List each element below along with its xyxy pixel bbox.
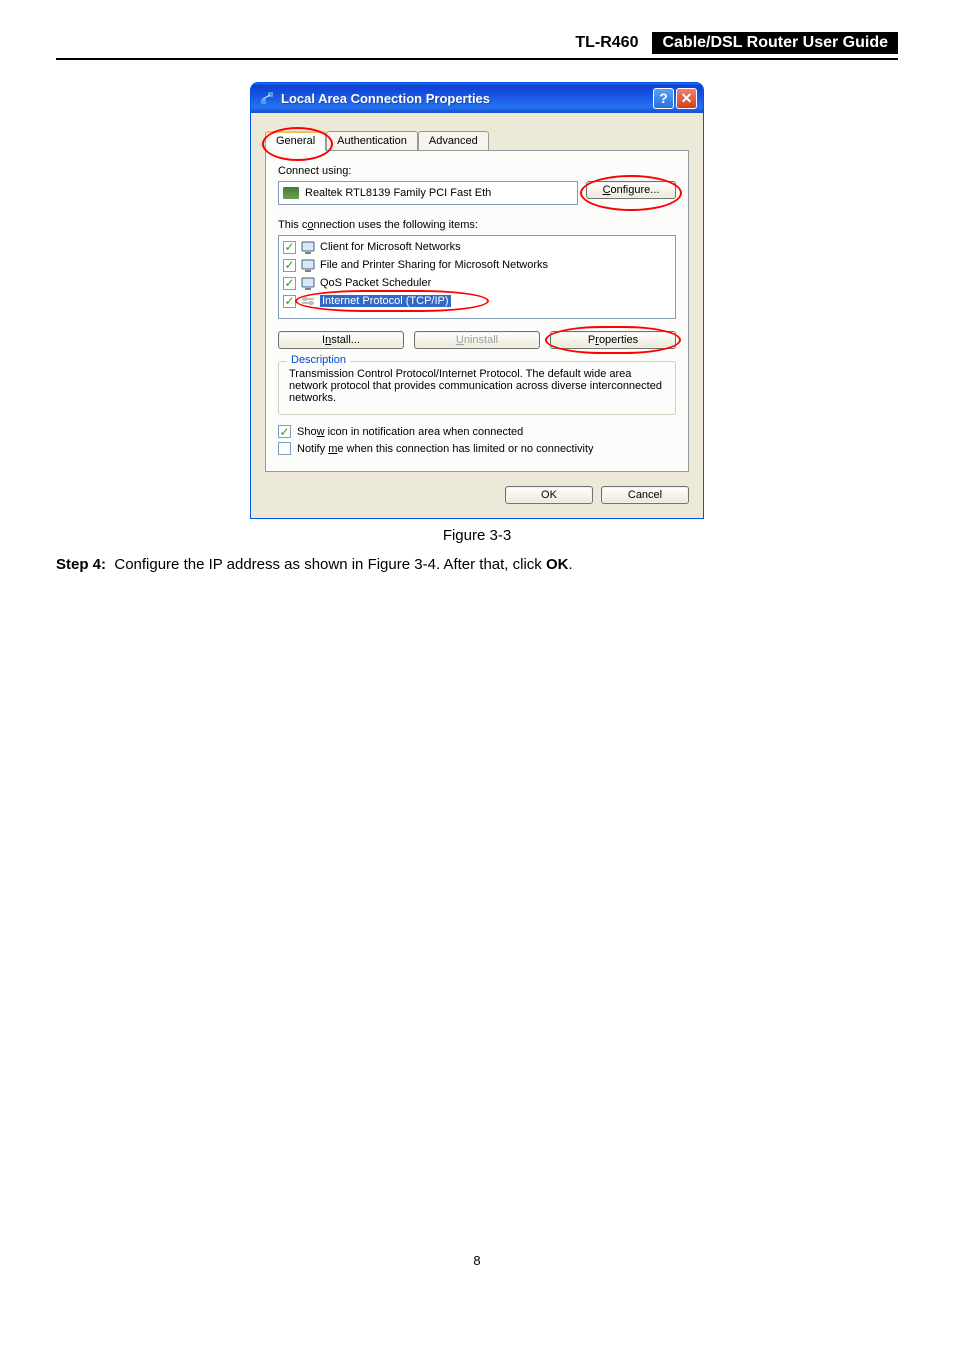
close-button[interactable]: ✕ (676, 88, 697, 109)
description-text: Transmission Control Protocol/Internet P… (289, 368, 665, 404)
show-icon-label: Show icon in notification area when conn… (297, 426, 523, 438)
header-title: Cable/DSL Router User Guide (652, 32, 898, 54)
tab-label: Advanced (429, 135, 478, 147)
dialog-title: Local Area Connection Properties (281, 91, 651, 106)
list-item[interactable]: ✓ File and Printer Sharing for Microsoft… (281, 256, 673, 274)
item-label: File and Printer Sharing for Microsoft N… (320, 259, 548, 271)
tab-advanced[interactable]: Advanced (418, 131, 489, 150)
tab-general[interactable]: General (265, 131, 326, 151)
step-line: Step 4: Configure the IP address as show… (56, 556, 898, 573)
tcpip-icon (300, 293, 316, 309)
checkbox[interactable]: ✓ (283, 259, 296, 272)
install-button[interactable]: Install... (278, 331, 404, 349)
nic-icon (283, 187, 299, 199)
uninstall-button: Uninstall (414, 331, 540, 349)
page-number: 8 (0, 1253, 954, 1298)
description-group: Description Transmission Control Protoco… (278, 361, 676, 415)
checkbox[interactable]: ✓ (283, 277, 296, 290)
list-item[interactable]: ✓ QoS Packet Scheduler (281, 274, 673, 292)
highlight-oval-properties (545, 326, 681, 354)
list-item[interactable]: ✓ Client for Microsoft Networks (281, 238, 673, 256)
description-title: Description (287, 354, 350, 366)
client-icon (300, 239, 316, 255)
qos-icon (300, 275, 316, 291)
step-text: Configure the IP address as shown in Fig… (114, 556, 546, 573)
connect-using-label: Connect using: (278, 165, 676, 177)
titlebar[interactable]: Local Area Connection Properties ? ✕ (251, 83, 703, 113)
help-button[interactable]: ? (653, 88, 674, 109)
adapter-field[interactable]: Realtek RTL8139 Family PCI Fast Eth (278, 181, 578, 205)
item-label: QoS Packet Scheduler (320, 277, 431, 289)
items-listbox[interactable]: ✓ Client for Microsoft Networks ✓ File a… (278, 235, 676, 319)
checkbox[interactable]: ✓ (283, 241, 296, 254)
step-ok: OK (546, 556, 569, 573)
step-after: . (568, 556, 572, 573)
item-label: Client for Microsoft Networks (320, 241, 461, 253)
notify-label: Notify me when this connection has limit… (297, 443, 594, 455)
items-label: This connection uses the following items… (278, 219, 676, 231)
tab-strip: General Authentication Advanced (265, 127, 689, 150)
show-icon-row[interactable]: ✓ Show icon in notification area when co… (278, 425, 676, 438)
tab-label: General (276, 135, 315, 147)
tab-authentication[interactable]: Authentication (326, 131, 418, 150)
tab-pane-general: Connect using: Realtek RTL8139 Family PC… (265, 150, 689, 472)
share-icon (300, 257, 316, 273)
tab-label: Authentication (337, 135, 407, 147)
checkbox[interactable] (278, 442, 291, 455)
header-divider (56, 58, 898, 60)
step-label: Step 4: (56, 556, 106, 573)
notify-row[interactable]: Notify me when this connection has limit… (278, 442, 676, 455)
list-item-selected[interactable]: ✓ Internet Protocol (TCP/IP) (281, 292, 673, 310)
cancel-button[interactable]: Cancel (601, 486, 689, 504)
adapter-name: Realtek RTL8139 Family PCI Fast Eth (305, 187, 491, 199)
properties-dialog: Local Area Connection Properties ? ✕ Gen… (250, 82, 704, 519)
figure-caption: Figure 3-3 (0, 527, 954, 544)
connection-icon (259, 90, 275, 106)
header-model: TL-R460 (575, 34, 638, 52)
ok-button[interactable]: OK (505, 486, 593, 504)
properties-button[interactable]: Properties (550, 331, 676, 349)
item-label: Internet Protocol (TCP/IP) (320, 295, 451, 307)
configure-button[interactable]: Configure... (586, 181, 676, 199)
checkbox[interactable]: ✓ (283, 295, 296, 308)
checkbox[interactable]: ✓ (278, 425, 291, 438)
